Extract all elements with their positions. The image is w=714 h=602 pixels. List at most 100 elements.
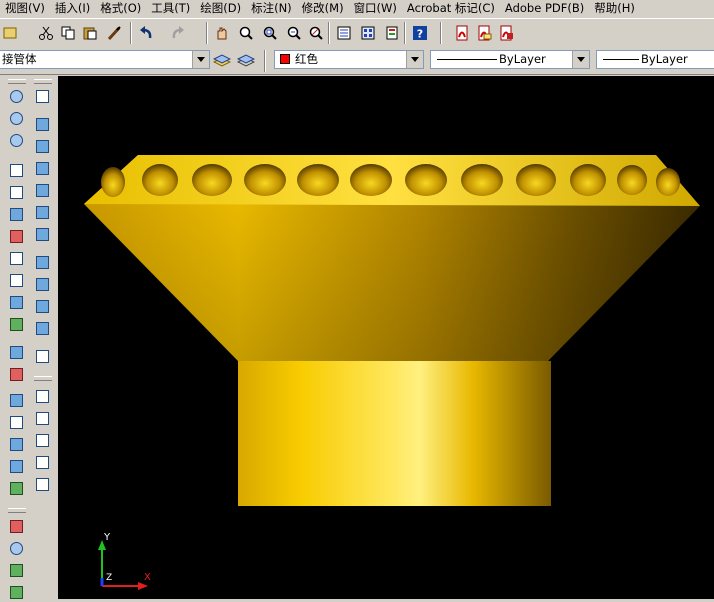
front-view-icon[interactable]: [32, 202, 52, 222]
chevron-down-icon[interactable]: [572, 51, 589, 68]
polygonal-viewport-icon[interactable]: [32, 430, 52, 450]
menu-bar: 视图(V) 插入(I) 格式(O) 工具(T) 绘图(D) 标注(N) 修改(M…: [0, 0, 714, 17]
named-views-icon[interactable]: [32, 86, 52, 106]
copy-edges-icon[interactable]: [6, 342, 26, 362]
drawing-viewport[interactable]: Y X Z: [58, 76, 714, 599]
camera-icon[interactable]: [6, 582, 26, 602]
menu-dimension[interactable]: 标注(N): [246, 0, 297, 17]
cone-shading: [84, 204, 700, 361]
vent-hole: [405, 164, 447, 196]
toolbar-grip[interactable]: [8, 508, 26, 513]
toolbar-grip[interactable]: [34, 79, 52, 84]
zoom-realtime-icon[interactable]: [236, 23, 256, 43]
layer-dropdown[interactable]: 接管体: [0, 50, 210, 69]
imprint-icon[interactable]: [6, 390, 26, 410]
vent-hole: [142, 164, 178, 196]
back-view-icon[interactable]: [32, 224, 52, 244]
zoom-window-icon[interactable]: [260, 23, 280, 43]
tool-palettes-icon[interactable]: [382, 23, 402, 43]
menu-insert[interactable]: 插入(I): [50, 0, 95, 17]
layer-make-current-icon[interactable]: [212, 50, 232, 70]
svg-text:?: ?: [417, 28, 423, 41]
vent-hole: [101, 167, 125, 197]
ucs-x-label: X: [144, 572, 151, 583]
properties-icon[interactable]: [334, 23, 354, 43]
toolbar-grip[interactable]: [8, 79, 26, 84]
lineweight-dropdown[interactable]: ByLayer: [596, 50, 714, 69]
menu-adobe-pdf[interactable]: Adobe PDF(B): [500, 0, 589, 17]
pdf-review-icon[interactable]: [496, 23, 516, 43]
orbit-icon[interactable]: [6, 560, 26, 580]
match-properties-icon[interactable]: [104, 23, 124, 43]
design-center-icon[interactable]: [358, 23, 378, 43]
nw-iso-view-icon[interactable]: [32, 318, 52, 338]
bottom-view-icon[interactable]: [32, 136, 52, 156]
union-icon[interactable]: [6, 86, 26, 106]
vent-hole: [192, 164, 232, 196]
layer-icon[interactable]: [0, 23, 20, 43]
move-faces-icon[interactable]: [6, 182, 26, 202]
menu-format[interactable]: 格式(O): [95, 0, 146, 17]
layer-name: 接管体: [2, 52, 37, 66]
ucs-z-label: Z: [106, 573, 112, 583]
lineweight-name: ByLayer: [641, 52, 688, 66]
cylinder-base: [238, 361, 551, 506]
color-faces-icon[interactable]: [6, 314, 26, 334]
separate-icon[interactable]: [6, 434, 26, 454]
single-viewport-icon[interactable]: [32, 408, 52, 428]
pan-icon[interactable]: [212, 23, 232, 43]
cut-icon[interactable]: [36, 23, 56, 43]
vent-hole: [617, 165, 647, 195]
named-view-icon[interactable]: [306, 23, 326, 43]
zoom-icon[interactable]: [6, 538, 26, 558]
chevron-down-icon[interactable]: [192, 51, 209, 68]
menu-view[interactable]: 视图(V): [0, 0, 50, 17]
layer-previous-icon[interactable]: [236, 50, 256, 70]
clean-icon[interactable]: [6, 412, 26, 432]
zoom-previous-icon[interactable]: [284, 23, 304, 43]
menu-tools[interactable]: 工具(T): [146, 0, 195, 17]
copy-icon[interactable]: [58, 23, 78, 43]
delete-faces-icon[interactable]: [6, 226, 26, 246]
intersect-icon[interactable]: [6, 130, 26, 150]
copy-faces-icon[interactable]: [6, 292, 26, 312]
ucs-y-label: Y: [103, 532, 111, 543]
menu-draw[interactable]: 绘图(D): [195, 0, 246, 17]
menu-modify[interactable]: 修改(M): [297, 0, 349, 17]
menu-acrobat-markup[interactable]: Acrobat 标记(C): [402, 0, 500, 17]
color-name: 红色: [295, 52, 318, 66]
toolbar-grip[interactable]: [34, 376, 52, 381]
shell-icon[interactable]: [6, 456, 26, 476]
left-view-icon[interactable]: [32, 158, 52, 178]
sw-iso-view-icon[interactable]: [32, 252, 52, 272]
pdf-email-icon[interactable]: [474, 23, 494, 43]
offset-faces-icon[interactable]: [6, 204, 26, 224]
linetype-dropdown[interactable]: ByLayer: [430, 50, 590, 69]
paste-icon[interactable]: [80, 23, 100, 43]
top-view-icon[interactable]: [32, 114, 52, 134]
undo-icon[interactable]: [136, 23, 156, 43]
help-icon[interactable]: ?: [410, 23, 430, 43]
viewports-icon[interactable]: [32, 386, 52, 406]
toolbar-separator: [440, 22, 442, 44]
pdf-convert-icon[interactable]: [452, 23, 472, 43]
color-edges-icon[interactable]: [6, 364, 26, 384]
clip-viewport-icon[interactable]: [32, 474, 52, 494]
se-iso-view-icon[interactable]: [32, 274, 52, 294]
right-view-icon[interactable]: [32, 180, 52, 200]
redo-icon[interactable]: [168, 23, 188, 43]
menu-help[interactable]: 帮助(H): [589, 0, 640, 17]
lineweight-preview-line: [603, 59, 639, 60]
rotate-faces-icon[interactable]: [6, 248, 26, 268]
convert-viewport-icon[interactable]: [32, 452, 52, 472]
camera-view-icon[interactable]: [32, 346, 52, 366]
ne-iso-view-icon[interactable]: [32, 296, 52, 316]
extrude-faces-icon[interactable]: [6, 160, 26, 180]
color-dropdown[interactable]: 红色: [274, 50, 424, 69]
check-icon[interactable]: [6, 478, 26, 498]
chevron-down-icon[interactable]: [406, 51, 423, 68]
pan-icon[interactable]: [6, 516, 26, 536]
menu-window[interactable]: 窗口(W): [349, 0, 402, 17]
taper-faces-icon[interactable]: [6, 270, 26, 290]
subtract-icon[interactable]: [6, 108, 26, 128]
